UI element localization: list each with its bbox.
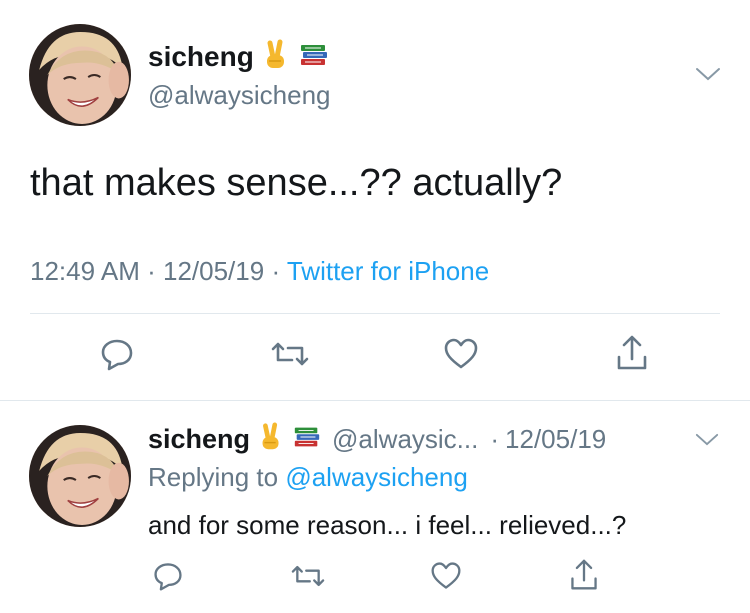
like-icon[interactable]	[429, 560, 463, 592]
reply-avatar[interactable]	[29, 425, 131, 527]
tweet-date: 12/05/19	[162, 256, 265, 286]
share-icon[interactable]	[614, 333, 650, 373]
victory-hand-icon	[256, 421, 286, 457]
share-icon[interactable]	[568, 557, 600, 593]
books-icon	[298, 39, 330, 76]
like-icon[interactable]	[442, 336, 480, 372]
replying-to: Replying to @alwaysicheng	[148, 462, 468, 493]
reply-handle[interactable]: @alwaysic...	[332, 424, 478, 455]
avatar[interactable]	[29, 24, 131, 126]
reply-icon[interactable]	[152, 560, 184, 592]
reply-icon[interactable]	[99, 336, 135, 372]
tweet-time: 12:49 AM	[30, 256, 140, 286]
tweet-source[interactable]: Twitter for iPhone	[287, 256, 489, 286]
retweet-icon[interactable]	[290, 560, 326, 592]
retweet-icon[interactable]	[270, 336, 310, 372]
divider	[30, 313, 720, 314]
chevron-down-icon[interactable]	[695, 66, 721, 82]
replying-to-label: Replying to	[148, 462, 279, 492]
reply-display-name[interactable]: sicheng	[148, 424, 250, 455]
victory-hand-icon	[260, 39, 292, 76]
reply-text: and for some reason... i feel... relieve…	[148, 510, 627, 540]
chevron-down-icon[interactable]	[695, 432, 719, 447]
replying-to-handle[interactable]: @alwaysicheng	[285, 462, 467, 492]
books-icon	[292, 422, 322, 457]
divider	[0, 400, 750, 401]
reply-date[interactable]: 12/05/19	[505, 424, 606, 455]
user-handle[interactable]: @alwaysicheng	[148, 80, 330, 111]
tweet-metadata: 12:49 AM · 12/05/19 · Twitter for iPhone	[30, 256, 490, 286]
tweet-text: that makes sense...?? actually?	[30, 162, 563, 204]
display-name[interactable]: sicheng	[148, 41, 254, 73]
